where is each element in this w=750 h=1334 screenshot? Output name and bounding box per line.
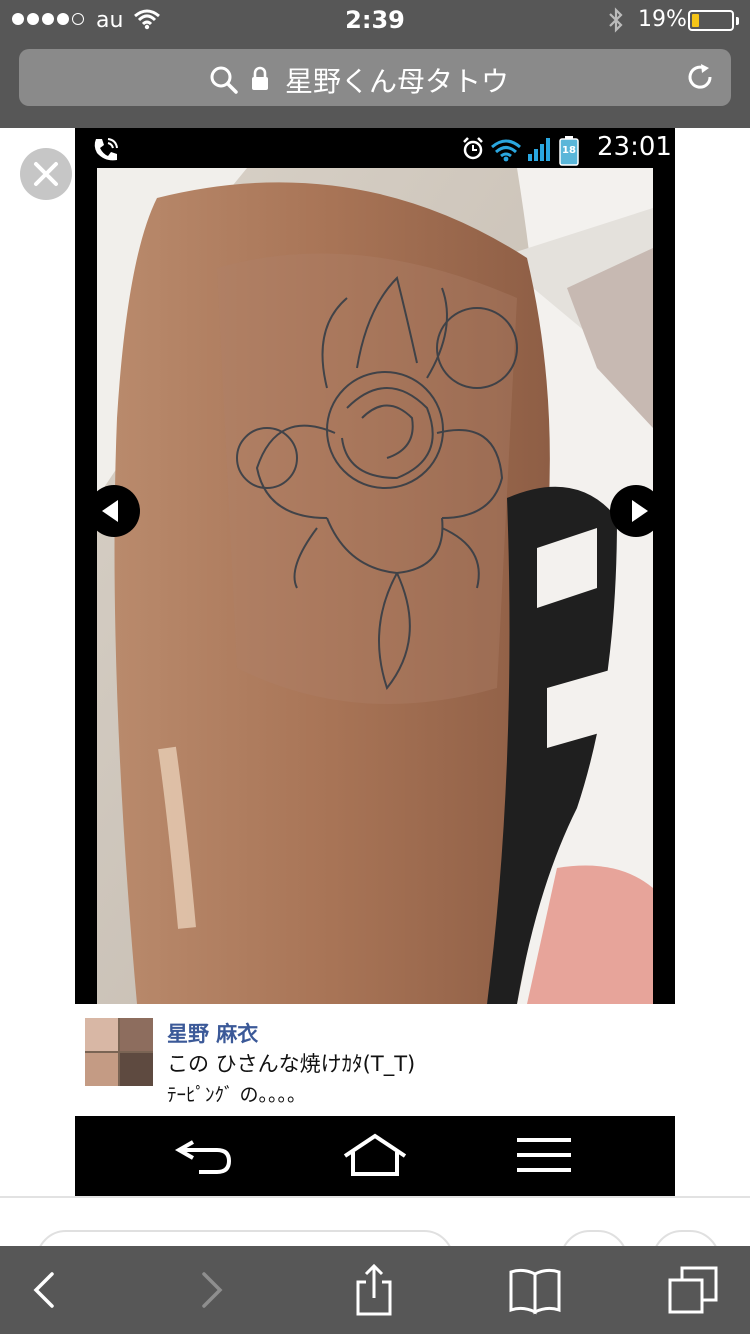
lock-icon [249, 66, 271, 96]
search-icon [209, 65, 239, 99]
page-content: 18 23:01 星野 麻衣 この ひさんな焼けｶﾀ(T_T) ﾃｰﾋﾟﾝｸﾞ … [0, 128, 750, 1294]
avatar [85, 1018, 153, 1086]
embedded-battery-level: 18 [562, 145, 576, 156]
reload-icon[interactable] [685, 62, 715, 96]
next-arrow-icon [632, 500, 648, 522]
embedded-time: 23:01 [597, 132, 672, 162]
browser-toolbar [0, 1246, 750, 1334]
social-post: 星野 麻衣 この ひさんな焼けｶﾀ(T_T) ﾃｰﾋﾟﾝｸﾞ の。。。。 [75, 1004, 675, 1116]
prev-image-button[interactable] [88, 485, 140, 537]
tabs-icon [668, 1266, 718, 1314]
browser-header: 星野くん母タトウ [0, 40, 750, 128]
battery-icon [688, 10, 734, 31]
bluetooth-icon [607, 6, 625, 40]
next-image-button[interactable] [610, 485, 662, 537]
post-text-line2: ﾃｰﾋﾟﾝｸﾞ の。。。。 [167, 1084, 307, 1106]
close-icon [34, 162, 58, 186]
home-icon [339, 1130, 411, 1180]
menu-icon [509, 1130, 581, 1180]
address-bar[interactable]: 星野くん母タトウ [19, 49, 731, 106]
status-bar: au 2:39 19% [0, 0, 750, 40]
battery-icon: 18 [559, 136, 579, 166]
bookmarks-icon [509, 1268, 561, 1315]
embedded-status-icons: 18 [461, 136, 579, 166]
back-button[interactable] [14, 1264, 74, 1316]
post-author[interactable]: 星野 麻衣 [167, 1018, 258, 1048]
embedded-nav-bar [75, 1116, 675, 1196]
close-button[interactable] [20, 148, 72, 200]
divider [0, 1196, 750, 1198]
forward-button[interactable] [182, 1264, 242, 1316]
tabs-button[interactable] [664, 1264, 724, 1316]
share-button[interactable] [344, 1263, 404, 1316]
bookmarks-button[interactable] [505, 1264, 565, 1316]
alarm-icon [461, 136, 485, 166]
tattoo-photo [97, 168, 653, 1004]
battery-tip [736, 17, 739, 25]
post-text-line1: この ひさんな焼けｶﾀ(T_T) [167, 1052, 416, 1076]
share-icon [356, 1263, 392, 1316]
call-icon [91, 135, 121, 169]
back-icon [169, 1130, 241, 1180]
screenshot-image: 18 23:01 星野 麻衣 この ひさんな焼けｶﾀ(T_T) ﾃｰﾋﾟﾝｸﾞ … [75, 128, 675, 1196]
prev-arrow-icon [102, 500, 118, 522]
signal-icon [527, 136, 553, 166]
url-text: 星野くん母タトウ [285, 65, 510, 98]
back-icon [33, 1272, 54, 1308]
battery-percent: 19% [638, 7, 687, 32]
forward-icon [202, 1272, 223, 1308]
wifi-icon [491, 138, 521, 166]
